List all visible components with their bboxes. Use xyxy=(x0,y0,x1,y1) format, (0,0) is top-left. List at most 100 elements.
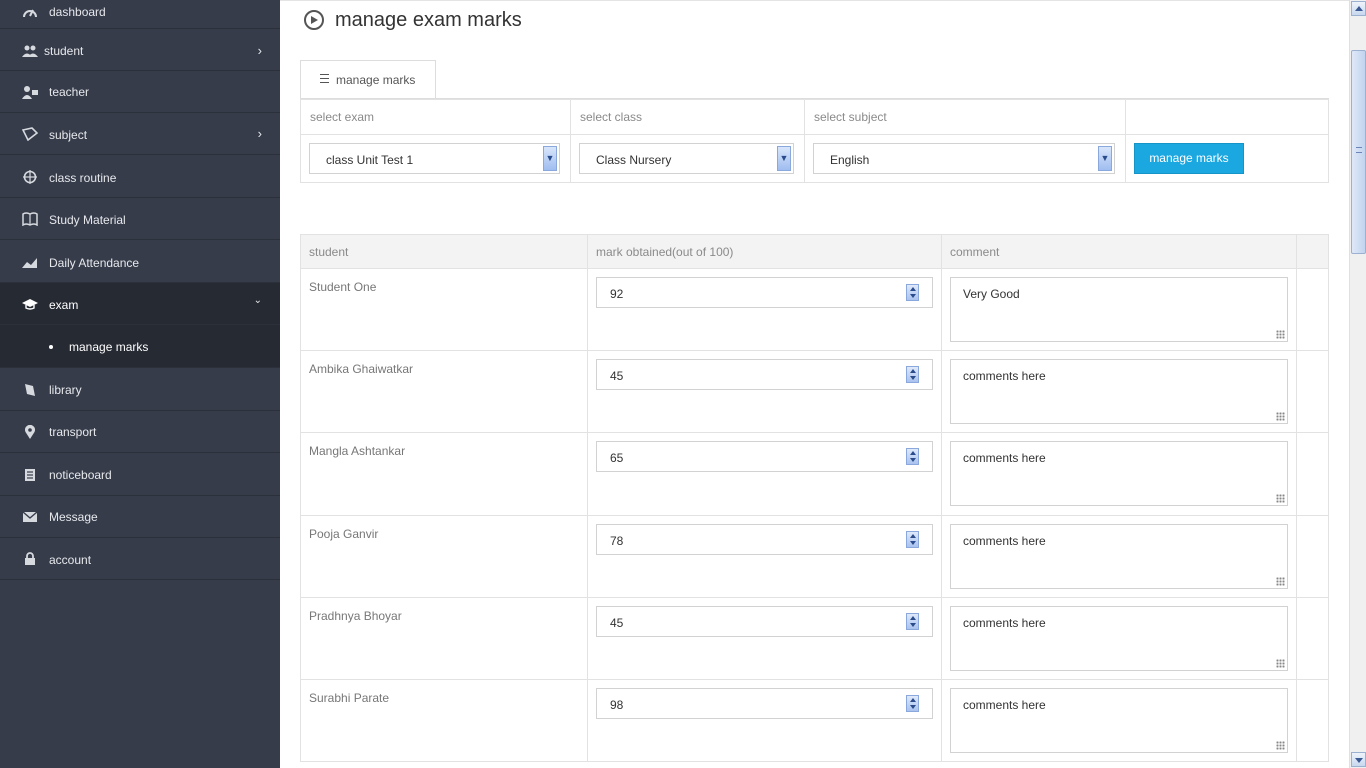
mark-value: 45 xyxy=(610,369,624,383)
main-content: manage exam marks manage marks select ex… xyxy=(280,0,1349,768)
sidebar-item-transport[interactable]: transport xyxy=(0,411,280,453)
subject-icon xyxy=(22,126,38,142)
sidebar-item-account[interactable]: account xyxy=(0,538,280,580)
comment-cell: comments here xyxy=(941,597,1297,680)
chevron-down-icon: ▼ xyxy=(543,146,557,171)
comment-value: comments here xyxy=(963,616,1046,630)
spinner-icon[interactable] xyxy=(906,695,919,712)
spinner-icon[interactable] xyxy=(906,613,919,630)
routine-icon xyxy=(22,169,38,185)
student-name: Pooja Ganvir xyxy=(300,515,588,598)
scroll-down-icon[interactable] xyxy=(1351,752,1366,767)
mark-input[interactable]: 65 xyxy=(596,441,933,472)
comment-textarea[interactable]: comments here xyxy=(950,606,1288,671)
sidebar-item-subject[interactable]: subject › xyxy=(0,113,280,155)
student-name: Ambika Ghaiwatkar xyxy=(300,350,588,433)
mark-cell: 92 xyxy=(587,268,942,351)
empty-cell xyxy=(1296,515,1329,598)
spinner-icon[interactable] xyxy=(906,448,919,465)
sidebar-item-teacher[interactable]: teacher xyxy=(0,71,280,113)
class-select[interactable]: Class Nursery ▼ xyxy=(579,143,794,174)
comment-cell: comments here xyxy=(941,679,1297,762)
scroll-up-icon[interactable] xyxy=(1351,1,1366,16)
spinner-icon[interactable] xyxy=(906,366,919,383)
subject-select-value: English xyxy=(830,153,870,167)
vertical-scrollbar[interactable] xyxy=(1349,0,1366,768)
mark-input[interactable]: 78 xyxy=(596,524,933,555)
sidebar-subitem-label: manage marks xyxy=(69,340,149,354)
sidebar-subitem-manage-marks[interactable]: manage marks xyxy=(0,325,280,368)
column-header-empty xyxy=(1296,234,1329,269)
scrollbar-thumb[interactable] xyxy=(1351,50,1366,254)
select-exam-header: select exam xyxy=(300,99,571,135)
sidebar-item-class-routine[interactable]: class routine xyxy=(0,155,280,198)
sidebar-item-student[interactable]: student › xyxy=(0,29,280,71)
comment-textarea[interactable]: comments here xyxy=(950,524,1288,589)
spinner-icon[interactable] xyxy=(906,531,919,548)
resize-grip-icon[interactable] xyxy=(1276,659,1285,668)
graduation-cap-icon xyxy=(22,296,38,312)
sidebar-item-label: Message xyxy=(49,510,98,524)
mark-cell: 98 xyxy=(587,679,942,762)
empty-cell xyxy=(1296,679,1329,762)
resize-grip-icon[interactable] xyxy=(1276,330,1285,339)
sidebar-item-label: exam xyxy=(49,298,79,312)
comment-value: comments here xyxy=(963,534,1046,548)
sidebar-item-label: Daily Attendance xyxy=(49,256,140,270)
map-marker-icon xyxy=(22,424,38,440)
sidebar-item-exam[interactable]: exam ⌄ xyxy=(0,283,280,325)
tab-manage-marks[interactable]: manage marks xyxy=(300,60,436,99)
sidebar-item-label: class routine xyxy=(49,171,117,185)
sidebar-item-study-material[interactable]: Study Material xyxy=(0,198,280,240)
exam-select[interactable]: class Unit Test 1 ▼ xyxy=(309,143,560,174)
sidebar-item-label: noticeboard xyxy=(49,468,112,482)
select-class-header: select class xyxy=(570,99,805,135)
sidebar-item-noticeboard[interactable]: noticeboard xyxy=(0,453,280,496)
comment-textarea[interactable]: comments here xyxy=(950,441,1288,506)
sidebar-item-label: account xyxy=(49,553,92,567)
manage-marks-button[interactable]: manage marks xyxy=(1134,143,1244,174)
mark-cell: 45 xyxy=(587,597,942,680)
comment-cell: comments here xyxy=(941,432,1297,516)
resize-grip-icon[interactable] xyxy=(1276,741,1285,750)
mark-value: 78 xyxy=(610,534,624,548)
sidebar-item-daily-attendance[interactable]: Daily Attendance xyxy=(0,240,280,283)
table-row: Surabhi Parate 98 comments here xyxy=(300,679,1329,762)
resize-grip-icon[interactable] xyxy=(1276,412,1285,421)
resize-grip-icon[interactable] xyxy=(1276,577,1285,586)
subject-select[interactable]: English ▼ xyxy=(813,143,1115,174)
mark-value: 65 xyxy=(610,451,624,465)
mark-input[interactable]: 45 xyxy=(596,359,933,390)
comment-cell: Very Good xyxy=(941,268,1297,351)
library-icon xyxy=(22,382,38,398)
comment-textarea[interactable]: comments here xyxy=(950,359,1288,424)
comment-textarea[interactable]: comments here xyxy=(950,688,1288,753)
subject-select-cell: English ▼ xyxy=(804,134,1126,183)
mark-cell: 65 xyxy=(587,432,942,516)
sidebar-item-label: student xyxy=(44,44,84,58)
resize-grip-icon[interactable] xyxy=(1276,494,1285,503)
page-title: manage exam marks xyxy=(335,9,522,31)
empty-cell xyxy=(1296,350,1329,433)
sidebar-item-library[interactable]: library xyxy=(0,368,280,411)
sidebar-item-label: subject xyxy=(49,128,88,142)
mark-input[interactable]: 98 xyxy=(596,688,933,719)
mark-input[interactable]: 45 xyxy=(596,606,933,637)
comment-textarea[interactable]: Very Good xyxy=(950,277,1288,342)
sidebar-item-message[interactable]: Message xyxy=(0,496,280,538)
sidebar-item-label: dashboard xyxy=(49,5,106,19)
comment-value: comments here xyxy=(963,451,1046,465)
tab-label: manage marks xyxy=(336,73,416,87)
users-icon xyxy=(22,43,38,59)
comment-value: Very Good xyxy=(963,287,1020,301)
circle-arrow-right-icon xyxy=(304,10,324,30)
table-row: Ambika Ghaiwatkar 45 comments here xyxy=(300,350,1329,433)
list-icon xyxy=(320,74,329,83)
mark-input[interactable]: 92 xyxy=(596,277,933,308)
select-subject-header: select subject xyxy=(804,99,1126,135)
grip-lines-icon xyxy=(1356,147,1362,153)
student-name: Pradhnya Bhoyar xyxy=(300,597,588,680)
sidebar-item-dashboard[interactable]: dashboard xyxy=(0,0,280,29)
spinner-icon[interactable] xyxy=(906,284,919,301)
chevron-right-icon: › xyxy=(257,126,262,141)
